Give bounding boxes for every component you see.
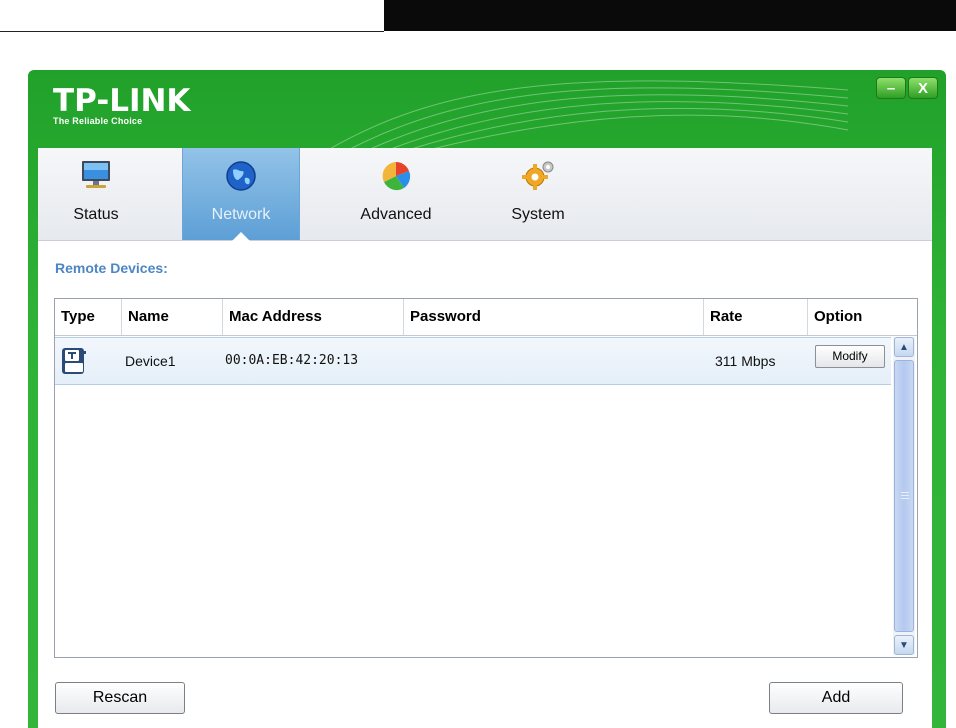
rescan-button[interactable]: Rescan bbox=[55, 682, 185, 714]
tab-advanced[interactable]: Advanced bbox=[338, 148, 454, 240]
pie-chart-icon bbox=[382, 162, 411, 191]
section-title: Remote Devices: bbox=[55, 260, 168, 276]
tab-bar: Status Network Advanced System bbox=[38, 148, 932, 241]
tab-system[interactable]: System bbox=[480, 148, 596, 240]
powerline-device-icon bbox=[62, 348, 86, 374]
tab-network[interactable]: Network bbox=[182, 148, 300, 241]
tab-network-label: Network bbox=[211, 206, 271, 223]
monitor-icon bbox=[82, 161, 110, 188]
column-option[interactable]: Option bbox=[807, 299, 917, 335]
client-area: Status Network Advanced System Remote De… bbox=[38, 148, 932, 728]
remote-devices-table: Type Name Mac Address Password Rate Opti… bbox=[54, 298, 918, 658]
add-button[interactable]: Add bbox=[769, 682, 903, 714]
close-button[interactable]: X bbox=[908, 77, 938, 99]
page-strip-right bbox=[384, 0, 956, 31]
gear-icon bbox=[522, 161, 554, 190]
device-rate: 311 Mbps bbox=[715, 353, 776, 369]
tab-advanced-label: Advanced bbox=[360, 206, 432, 223]
modify-button[interactable]: Modify bbox=[815, 345, 885, 368]
column-name[interactable]: Name bbox=[121, 299, 222, 335]
column-rate[interactable]: Rate bbox=[703, 299, 807, 335]
minimize-button[interactable]: – bbox=[876, 77, 906, 99]
table-header: Type Name Mac Address Password Rate Opti… bbox=[55, 299, 917, 336]
scrollbar-thumb[interactable] bbox=[894, 360, 914, 632]
window-controls: – X bbox=[874, 77, 938, 99]
active-tab-notch bbox=[232, 232, 250, 241]
globe-icon bbox=[226, 161, 256, 191]
page-strip-left bbox=[0, 0, 384, 32]
scroll-down-arrow-icon[interactable]: ▼ bbox=[894, 635, 914, 655]
vertical-scrollbar[interactable]: ▲ ▼ bbox=[893, 337, 915, 655]
scrollbar-grip-icon bbox=[901, 492, 909, 500]
table-row[interactable]: Device1 00:0A:EB:42:20:13 311 Mbps Modif… bbox=[55, 337, 891, 385]
title-swoosh-decoration bbox=[328, 70, 848, 150]
scroll-up-arrow-icon[interactable]: ▲ bbox=[894, 337, 914, 357]
tab-status[interactable]: Status bbox=[38, 148, 154, 240]
column-mac-address[interactable]: Mac Address bbox=[222, 299, 403, 335]
column-password[interactable]: Password bbox=[403, 299, 703, 335]
tab-system-label: System bbox=[511, 206, 565, 223]
tab-status-label: Status bbox=[73, 206, 119, 223]
device-mac-address: 00:0A:EB:42:20:13 bbox=[225, 353, 359, 368]
device-name: Device1 bbox=[125, 353, 176, 369]
column-type[interactable]: Type bbox=[55, 299, 121, 335]
app-window: TP-LINK The Reliable Choice – X Status N… bbox=[28, 70, 946, 728]
app-logo: TP-LINK The Reliable Choice bbox=[53, 84, 190, 126]
logo-text: TP-LINK bbox=[53, 83, 191, 119]
